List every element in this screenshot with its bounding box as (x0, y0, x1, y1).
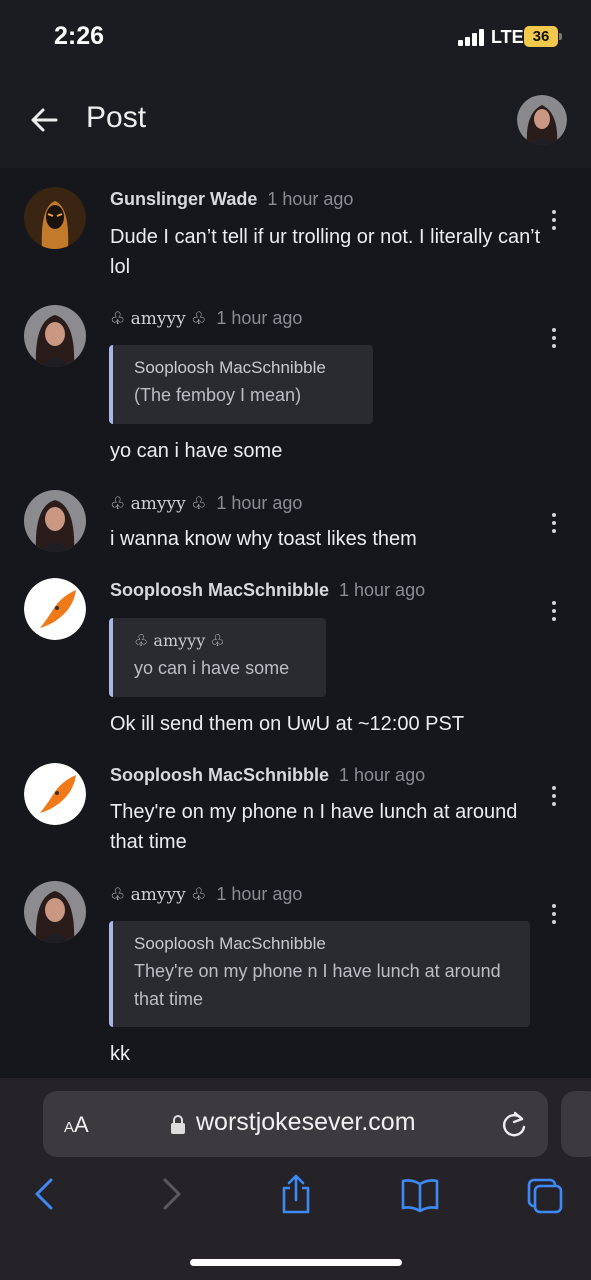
signal-icon (458, 29, 486, 46)
comment-author[interactable]: Gunslinger Wade (110, 189, 257, 209)
comment-time: 1 hour ago (216, 493, 303, 513)
chevron-right-icon[interactable] (152, 1172, 192, 1216)
kebab-menu-icon[interactable] (546, 902, 562, 926)
comment-text: i wanna know why toast likes them (110, 528, 417, 550)
comment-author[interactable]: ♧ amyyy ♧ (110, 309, 206, 329)
quote-text: They're on my phone n I have lunch at ar… (134, 961, 501, 1009)
comment-text: yo can i have some (110, 440, 283, 462)
url-text[interactable]: worstjokesever.com (196, 1108, 416, 1137)
comment-author[interactable]: Sooploosh MacSchnibble (110, 765, 329, 785)
avatar[interactable] (24, 763, 86, 825)
next-tab-peek[interactable] (561, 1091, 591, 1157)
battery-tip (559, 33, 562, 40)
comment-time: 1 hour ago (339, 765, 426, 785)
comment-time: 1 hour ago (216, 308, 303, 328)
book-icon[interactable] (400, 1172, 440, 1216)
quote-text: yo can i have some (134, 658, 290, 678)
status-time: 2:26 (54, 22, 105, 50)
chevron-left-icon[interactable] (24, 1172, 64, 1216)
quote-author: Sooploosh MacSchnibble (134, 358, 326, 377)
avatar[interactable] (24, 305, 86, 367)
quoted-comment: Sooploosh MacSchnibble They're on my pho… (109, 921, 530, 1027)
kebab-menu-icon[interactable] (546, 326, 562, 350)
quoted-comment: Sooploosh MacSchnibble (The femboy I mea… (109, 345, 373, 424)
tabs-icon[interactable] (525, 1172, 565, 1216)
text-size-small-glyph: A (64, 1119, 75, 1136)
share-icon[interactable] (276, 1172, 316, 1216)
avatar[interactable] (24, 490, 86, 552)
avatar[interactable] (24, 578, 86, 640)
page-title: Post (86, 101, 147, 134)
comment-time: 1 hour ago (267, 189, 354, 209)
avatar[interactable] (24, 187, 86, 249)
kebab-menu-icon[interactable] (546, 599, 562, 623)
arrow-left-icon[interactable] (28, 104, 60, 136)
comment-author[interactable]: ♧ amyyy ♧ (110, 885, 206, 905)
battery-icon: 36 (524, 26, 558, 47)
comment-text: kk (110, 1043, 130, 1065)
quote-author: ♧ amyyy ♧ (134, 631, 225, 650)
comment-text: They're on my phone n I have lunch at ar… (110, 801, 518, 853)
comment-author[interactable]: ♧ amyyy ♧ (110, 494, 206, 514)
quoted-comment: ♧ amyyy ♧ yo can i have some (109, 618, 326, 697)
comment-feed: Gunslinger Wade 1 hour ago Dude I can’t t… (0, 168, 591, 1078)
profile-avatar[interactable] (517, 95, 567, 145)
text-size-button[interactable]: AA (64, 1112, 89, 1138)
lock-icon (171, 1115, 185, 1134)
avatar[interactable] (24, 881, 86, 943)
quote-text: (The femboy I mean) (134, 385, 302, 405)
home-indicator[interactable] (190, 1259, 402, 1266)
comment-time: 1 hour ago (216, 884, 303, 904)
text-size-large-glyph: A (74, 1112, 89, 1137)
quote-author: Sooploosh MacSchnibble (134, 934, 326, 953)
reload-icon[interactable] (500, 1109, 528, 1139)
comment-author[interactable]: Sooploosh MacSchnibble (110, 580, 329, 600)
comment-time: 1 hour ago (339, 580, 426, 600)
comment-text: Ok ill send them on UwU at ~12:00 PST (110, 713, 465, 735)
network-label: LTE (491, 27, 524, 47)
comment-text: Dude I can’t tell if ur trolling or not.… (110, 226, 541, 278)
